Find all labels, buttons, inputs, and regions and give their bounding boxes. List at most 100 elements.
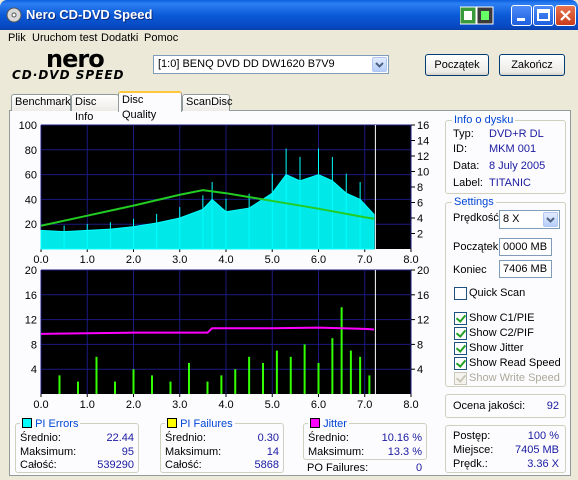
pi-errors-group: PI Errors Średnio: 22.44 Maksimum: 95 Ca…	[15, 417, 139, 473]
drive-select-value: [1:0] BENQ DVD DD DW1620 B7V9	[158, 58, 335, 70]
pi-failures-total-label: Całość:	[165, 459, 202, 471]
start-input[interactable]: 0000 MB	[499, 238, 552, 256]
pie-chart-left-tick-label: 20	[25, 219, 37, 231]
read-speed-value: 3.36 X	[527, 458, 559, 470]
position-label: Miejsce:	[453, 444, 494, 456]
show-jitter-checkbox[interactable]	[454, 342, 467, 355]
jitter-avg-label: Średnio:	[308, 432, 349, 444]
pie-chart-left-tick-label: 80	[25, 145, 37, 157]
quality-score-label: Ocena jakości:	[453, 400, 526, 412]
start-label: Początek	[453, 241, 499, 253]
pif-chart-left-tick-label: 16	[25, 290, 37, 302]
pie-chart-left-tick-label: 60	[25, 170, 37, 182]
pif-chart-right-tick-label: 4	[417, 364, 423, 376]
pie-chart-x-tick-label: 4.0	[218, 254, 233, 266]
pie-chart-x-tick-label: 5.0	[265, 254, 280, 266]
show-read-speed-checkbox[interactable]	[454, 357, 467, 370]
pif-chart-right-tick-label: 20	[417, 265, 429, 277]
jitter-swatch	[310, 418, 320, 428]
pif-chart-x-tick-label: 7.0	[357, 399, 372, 411]
tab-disc-info[interactable]: Disc Info	[71, 94, 119, 123]
pif-chart-x-tick-label: 6.0	[311, 399, 326, 411]
chevron-down-icon[interactable]	[372, 57, 387, 72]
menu-uruchom-test[interactable]: Uruchom test	[32, 32, 97, 44]
disc-type-value: DVD+R DL	[489, 128, 544, 140]
disc-id-label: ID:	[453, 143, 468, 155]
pif-chart-x-tick-label: 0.0	[33, 399, 48, 411]
tab-disc-quality[interactable]: Disc Quality	[118, 91, 182, 121]
disc-label-label: Label:	[453, 177, 483, 189]
pi-failures-title: PI Failures	[180, 418, 233, 430]
close-icon	[560, 10, 571, 21]
show-read-speed-label[interactable]: Show Read Speed	[469, 357, 561, 369]
pi-errors-max-value: 95	[121, 446, 134, 458]
end-input[interactable]: 7406 MB	[499, 260, 552, 278]
progress-group: Postęp: 100 % Miejsce: 7405 MB Prędk.: 3…	[445, 425, 566, 473]
pi-failures-group: PI Failures Średnio: 0.30 Maksimum: 14 C…	[160, 417, 284, 473]
speed-select-value: 8 X	[503, 213, 520, 225]
minimize-button[interactable]	[511, 5, 532, 26]
disc-label-value: TITANIC	[489, 177, 531, 189]
menu-plik[interactable]: Plik	[8, 32, 26, 44]
speed-label: Prędkość	[453, 212, 499, 224]
disc-date-value: 8 July 2005	[489, 160, 546, 172]
pie-chart-right-tick-label: 16	[417, 120, 429, 132]
show-jitter-label[interactable]: Show Jitter	[469, 342, 523, 354]
jitter-title: Jitter	[323, 418, 347, 430]
pie-chart-right-tick-label: 4	[417, 213, 423, 225]
pi-failures-max-label: Maksimum:	[165, 446, 222, 458]
tray-icons	[460, 6, 494, 25]
nero-app-icon	[6, 7, 22, 23]
pi-failures-total-value: 5868	[254, 459, 279, 471]
pi-errors-avg-value: 22.44	[106, 432, 134, 444]
jitter-avg-value: 10.16 %	[381, 432, 422, 444]
close-button[interactable]	[555, 5, 576, 26]
quick-scan-label[interactable]: Quick Scan	[469, 287, 525, 299]
pie-chart-left-tick-label: 40	[25, 194, 37, 206]
disc-type-label: Typ:	[453, 128, 474, 140]
pie-chart-x-tick-label: 3.0	[172, 254, 187, 266]
charts-area: 2 4 6 8 10 12 14 16 20 40 60 80 100 0.0 1.0 2.0 3.0 4.0 5.…	[11, 116, 441, 415]
pi-errors-swatch	[22, 418, 32, 428]
tab-benchmark[interactable]: Benchmark	[11, 94, 71, 111]
speed-select[interactable]: 8 X	[499, 210, 560, 229]
pi-errors-total-value: 539290	[97, 459, 134, 471]
menu-pomoc[interactable]: Pomoc	[144, 32, 178, 44]
pif-chart-right-tick-label: 8	[417, 339, 423, 351]
progress-label: Postęp:	[453, 430, 491, 442]
pi-errors-avg-label: Średnio:	[20, 432, 61, 444]
show-c1-checkbox[interactable]	[454, 312, 467, 325]
progress-value: 100 %	[527, 430, 559, 442]
chevron-down-icon[interactable]	[543, 212, 558, 227]
drive-select[interactable]: [1:0] BENQ DVD DD DW1620 B7V9	[153, 55, 389, 74]
pif-chart-x-tick-label: 5.0	[265, 399, 280, 411]
end-button[interactable]: Zakończ	[499, 54, 565, 76]
pif-chart-right-tick-label: 12	[417, 315, 429, 327]
show-c1-label[interactable]: Show C1/PIE	[469, 312, 534, 324]
nero-logo: nero CD·DVD SPEED	[12, 45, 147, 84]
quality-score-value: 92	[546, 400, 559, 412]
pie-chart-right-tick-label: 2	[417, 229, 423, 241]
pi-failures-max-value: 14	[266, 446, 279, 458]
show-c2-checkbox[interactable]	[454, 327, 467, 340]
logo-text-bottom: CD·DVD SPEED	[12, 68, 125, 82]
quick-scan-checkbox[interactable]	[454, 287, 467, 300]
po-failures-label: PO Failures:	[307, 462, 369, 474]
pie-chart-x-tick-label: 7.0	[357, 254, 372, 266]
pif-chart-x-tick-label: 2.0	[126, 399, 141, 411]
menu-dodatki[interactable]: Dodatki	[101, 32, 138, 44]
pi-failures-avg-label: Średnio:	[165, 432, 206, 444]
show-c2-label[interactable]: Show C2/PIF	[469, 327, 534, 339]
start-button[interactable]: Początek	[425, 54, 489, 76]
settings-title: Settings	[452, 196, 496, 208]
disc-info-group: Info o dysku Typ: DVD+R DL ID: MKM 001 D…	[445, 114, 566, 194]
pie-chart-x-tick-label: 2.0	[126, 254, 141, 266]
pie-chart-right-tick-label: 8	[417, 182, 423, 194]
pie-chart-x-tick-label: 6.0	[311, 254, 326, 266]
pi-failures-title-wrap: PI Failures	[165, 417, 235, 430]
tab-scandisc[interactable]: ScanDisc	[182, 94, 232, 111]
pie-chart-right-tick-label: 10	[417, 167, 429, 179]
maximize-icon	[537, 9, 550, 21]
maximize-button[interactable]	[533, 5, 554, 26]
title-bar[interactable]: Nero CD-DVD Speed	[0, 0, 578, 30]
